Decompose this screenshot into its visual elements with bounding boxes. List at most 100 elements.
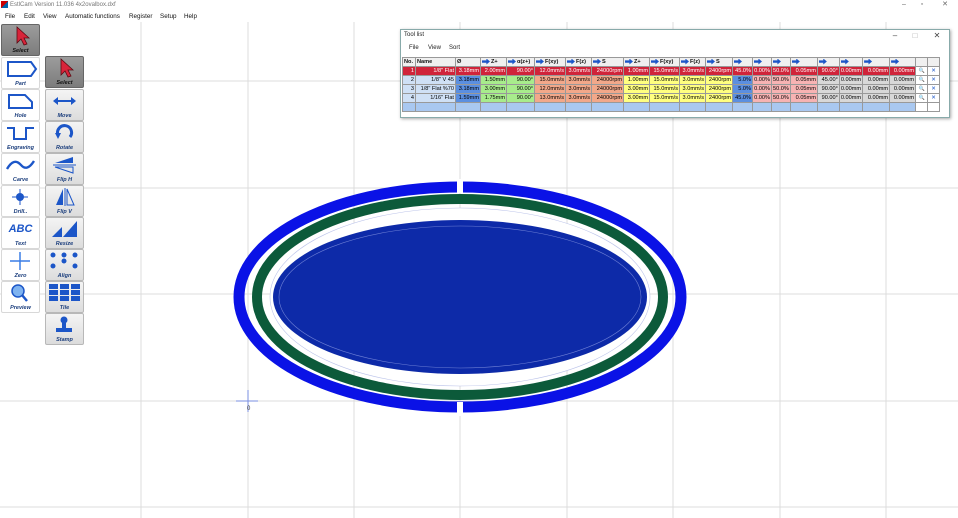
tool-cell[interactable]: 90.00°	[506, 66, 535, 76]
tool-cell[interactable]: 3.0mm/s	[679, 84, 706, 94]
menu-help[interactable]: Help	[184, 11, 197, 22]
close-button[interactable]: ✕	[934, 0, 956, 10]
tool-cell[interactable]: 90.00°	[816, 93, 840, 103]
flip-h-button[interactable]: Flip H	[45, 153, 84, 185]
tool-cell[interactable]: 0.00%	[752, 66, 772, 76]
tool-delete-icon[interactable]: ✕	[927, 84, 941, 94]
stamp-button[interactable]: Stamp	[45, 313, 84, 345]
empty-tool-row[interactable]	[402, 102, 941, 112]
empty-cell[interactable]	[816, 102, 840, 112]
tool-cell[interactable]: 0.00mm	[862, 66, 891, 76]
column-header[interactable]: S	[591, 57, 624, 67]
tool-cell[interactable]: 0.05mm	[789, 75, 818, 85]
column-header[interactable]: Name	[415, 57, 456, 67]
tool-cell[interactable]: 0.00%	[752, 75, 772, 85]
tool-cell[interactable]: 3.0mm/s	[565, 66, 592, 76]
column-header[interactable]: F(z)	[679, 57, 706, 67]
tool-list-minimize-button[interactable]: –	[884, 30, 906, 42]
tool-cell[interactable]: 0.00mm	[838, 84, 864, 94]
flip-v-button[interactable]: Flip V	[45, 185, 84, 217]
tool-cell[interactable]: 3.18mm	[455, 66, 481, 76]
tool-cell[interactable]: 1/16" Flat	[415, 93, 456, 103]
tool-cell[interactable]: 3.0mm/s	[565, 93, 592, 103]
empty-cell[interactable]	[889, 102, 917, 112]
column-header[interactable]: Z+	[623, 57, 650, 67]
tool-cell[interactable]: 90.00°	[506, 75, 535, 85]
tool-cell[interactable]: 15.0mm/s	[649, 84, 680, 94]
restore-button[interactable]: ▫	[911, 0, 933, 10]
tool-row[interactable]: 3 1/8" Flat %70 3.18mm 3.00mm 90.00° 12.0mm/s…	[402, 84, 941, 94]
tool-list-restore-button[interactable]: □	[904, 30, 926, 42]
column-header[interactable]: Z+	[480, 57, 507, 67]
empty-cell[interactable]	[455, 102, 481, 112]
resize-button[interactable]: Resize	[45, 217, 84, 249]
tool-cell[interactable]: 3.00mm	[623, 84, 650, 94]
column-header[interactable]	[816, 57, 840, 67]
column-header[interactable]: S	[705, 57, 733, 67]
column-header[interactable]	[752, 57, 772, 67]
empty-cell[interactable]	[623, 102, 650, 112]
tool-cell[interactable]: 15.0mm/s	[649, 75, 680, 85]
empty-cell[interactable]	[915, 102, 929, 112]
empty-cell[interactable]	[649, 102, 680, 112]
tool-delete-icon[interactable]: ✕	[927, 66, 941, 76]
empty-cell[interactable]	[415, 102, 456, 112]
tool-cell[interactable]: 50.0%	[771, 66, 791, 76]
tool-cell[interactable]: 90.00°	[816, 84, 840, 94]
tool-cell[interactable]: 3.0mm/s	[679, 93, 706, 103]
tool-cell[interactable]: 90.00°	[506, 93, 535, 103]
empty-cell[interactable]	[862, 102, 891, 112]
tool-cell[interactable]: 0.00mm	[862, 93, 891, 103]
tool-cell[interactable]: 90.00°	[506, 84, 535, 94]
tool-cell[interactable]: 3.0mm/s	[679, 66, 706, 76]
tool-cell[interactable]: 4	[402, 93, 416, 103]
tool-cell[interactable]: 50.0%	[771, 84, 791, 94]
tool-list-menu-sort[interactable]: Sort	[449, 45, 460, 51]
column-header[interactable]: Ø	[455, 57, 481, 67]
select-mode-button[interactable]: Select	[1, 24, 40, 56]
tool-cell[interactable]: 0.00mm	[889, 84, 917, 94]
empty-cell[interactable]	[506, 102, 535, 112]
menu-automatic-functions[interactable]: Automatic functions	[65, 11, 120, 22]
select-edit-button[interactable]: Select	[45, 56, 84, 88]
tool-cell[interactable]: 1/8" Flat %70	[415, 84, 456, 94]
tool-cell[interactable]: 2400rpm	[705, 66, 733, 76]
menu-setup[interactable]: Setup	[160, 11, 176, 22]
tool-cell[interactable]: 0.00%	[752, 84, 772, 94]
column-header[interactable]	[889, 57, 917, 67]
tool-cell[interactable]: 45.0%	[732, 66, 753, 76]
menu-view[interactable]: View	[43, 11, 57, 22]
engraving-button[interactable]: Engraving	[1, 121, 40, 153]
hole-button[interactable]: Hole	[1, 89, 40, 121]
tool-cell[interactable]: 50.0%	[771, 75, 791, 85]
tool-cell[interactable]: 1	[402, 66, 416, 76]
tool-cell[interactable]: 0.00mm	[889, 93, 917, 103]
tool-cell[interactable]: 3.00mm	[623, 93, 650, 103]
tool-cell[interactable]: 15.0mm/s	[649, 66, 680, 76]
column-header[interactable]	[789, 57, 818, 67]
tile-button[interactable]: Tile	[45, 281, 84, 313]
menu-register[interactable]: Register	[129, 11, 152, 22]
empty-cell[interactable]	[480, 102, 507, 112]
empty-cell[interactable]	[534, 102, 566, 112]
empty-cell[interactable]	[402, 102, 416, 112]
tool-cell[interactable]: 1.00mm	[623, 75, 650, 85]
empty-cell[interactable]	[565, 102, 592, 112]
tool-cell[interactable]: 0.00mm	[862, 84, 891, 94]
tool-cell[interactable]: 1.50mm	[480, 75, 507, 85]
tool-list-menu-file[interactable]: File	[409, 45, 419, 51]
tool-cell[interactable]: 2400rpm	[705, 75, 733, 85]
zero-button[interactable]: Zero	[1, 249, 40, 281]
menu-edit[interactable]: Edit	[24, 11, 35, 22]
tool-cell[interactable]: 0.00mm	[889, 66, 917, 76]
preview-button[interactable]: Preview	[1, 281, 40, 313]
tool-cell[interactable]: 45.00°	[816, 75, 840, 85]
move-button[interactable]: Move	[45, 89, 84, 121]
tool-cell[interactable]: 15.0mm/s	[534, 75, 566, 85]
tool-cell[interactable]: 2	[402, 75, 416, 85]
tool-cell[interactable]: 3.00mm	[480, 84, 507, 94]
tool-cell[interactable]: 5.0%	[732, 84, 753, 94]
carve-button[interactable]: Carve	[1, 153, 40, 185]
tool-cell[interactable]: 45.0%	[732, 93, 753, 103]
tool-cell[interactable]: 24000rpm	[591, 84, 624, 94]
